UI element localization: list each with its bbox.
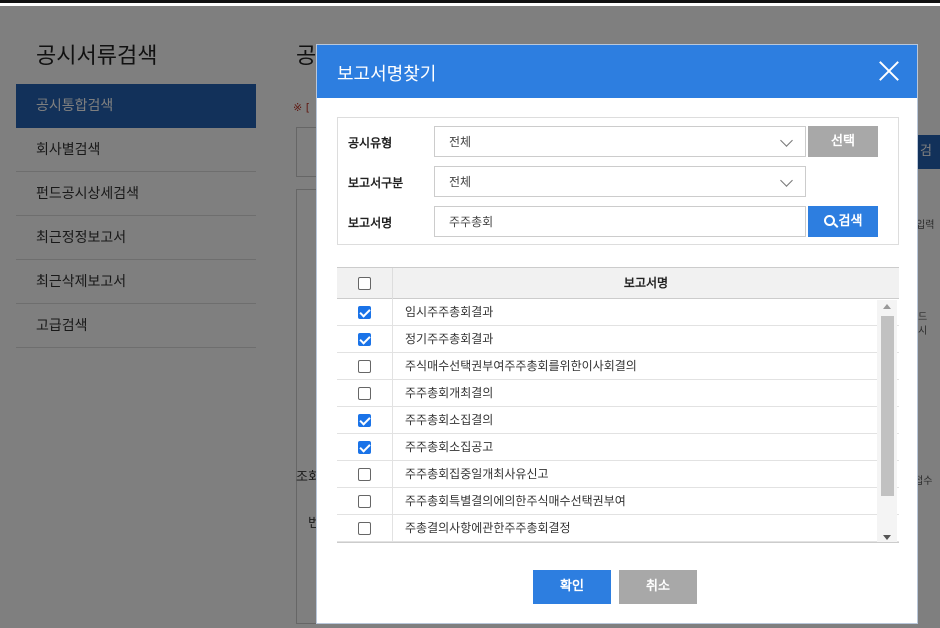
row-checkbox[interactable]	[358, 522, 371, 535]
report-name-cell: 주주총회특별결의에의한주식매수선택권부여	[405, 494, 626, 508]
row-checkbox[interactable]	[358, 360, 371, 373]
chevron-down-icon	[780, 134, 793, 147]
select-all-checkbox[interactable]	[358, 277, 371, 290]
search-button-label: 검색	[838, 214, 863, 229]
table-row[interactable]: 임시주주총회결과	[337, 299, 899, 326]
row-check-cell	[337, 326, 393, 353]
row-check-cell	[337, 434, 393, 461]
row-checkbox[interactable]	[358, 414, 371, 427]
category-label: 보고서구분	[348, 176, 404, 190]
table-row[interactable]: 주총결의사항에관한주주총회결정	[337, 515, 899, 542]
row-check-cell	[337, 353, 393, 380]
category-select-value: 전체	[449, 175, 472, 189]
form-row-category: 보고서구분 전체	[338, 166, 898, 198]
scroll-down-icon[interactable]	[883, 535, 891, 540]
row-checkbox[interactable]	[358, 441, 371, 454]
report-name-finder-dialog: 보고서명찾기 공시유형 전체 선택 보고서구분 전체 보고서명 주주총회 검색	[316, 44, 918, 624]
search-button[interactable]: 검색	[808, 206, 878, 237]
row-check-cell	[337, 380, 393, 407]
table-header: 보고서명	[337, 268, 899, 299]
table-body: 임시주주총회결과정기주주총회결과주식매수선택권부여주주총회를위한이사회결의주주총…	[337, 299, 899, 542]
report-name-cell: 주주총회개최결의	[405, 386, 494, 400]
table-scrollbar[interactable]	[877, 300, 897, 542]
type-label: 공시유형	[348, 136, 393, 150]
report-name-table: 보고서명 임시주주총회결과정기주주총회결과주식매수선택권부여주주총회를위한이사회…	[337, 267, 899, 543]
report-name-cell: 임시주주총회결과	[405, 305, 494, 319]
row-check-cell	[337, 299, 393, 326]
row-check-cell	[337, 488, 393, 515]
chevron-down-icon	[780, 174, 793, 187]
row-checkbox[interactable]	[358, 468, 371, 481]
report-name-cell: 주총결의사항에관한주주총회결정	[405, 521, 571, 535]
table-row[interactable]: 주주총회집중일개최사유신고	[337, 461, 899, 488]
table-row[interactable]: 주주총회개최결의	[337, 380, 899, 407]
table-row[interactable]: 주주총회소집결의	[337, 407, 899, 434]
row-checkbox[interactable]	[358, 333, 371, 346]
select-button[interactable]: 선택	[808, 126, 878, 157]
dialog-title: 보고서명찾기	[337, 64, 437, 85]
form-row-type: 공시유형 전체 선택	[338, 126, 898, 158]
report-name-cell: 주주총회소집공고	[405, 440, 494, 454]
dialog-header: 보고서명찾기	[317, 45, 917, 98]
row-checkbox[interactable]	[358, 387, 371, 400]
scroll-thumb[interactable]	[881, 316, 894, 496]
form-row-name: 보고서명 주주총회 검색	[338, 206, 898, 238]
report-name-cell: 주주총회소집결의	[405, 413, 494, 427]
category-select[interactable]: 전체	[434, 166, 806, 197]
report-name-input[interactable]: 주주총회	[434, 206, 806, 237]
table-row[interactable]: 주식매수선택권부여주주총회를위한이사회결의	[337, 353, 899, 380]
search-icon	[823, 215, 835, 226]
type-select-value: 전체	[449, 135, 472, 149]
report-name-input-value: 주주총회	[449, 215, 494, 229]
search-form: 공시유형 전체 선택 보고서구분 전체 보고서명 주주총회 검색	[337, 117, 899, 245]
report-name-cell: 주주총회집중일개최사유신고	[405, 467, 549, 481]
column-header-report-name: 보고서명	[623, 276, 669, 290]
name-label: 보고서명	[348, 216, 393, 230]
report-name-cell: 주식매수선택권부여주주총회를위한이사회결의	[405, 359, 637, 373]
header-check-cell	[337, 268, 393, 299]
row-check-cell	[337, 515, 393, 542]
row-checkbox[interactable]	[358, 495, 371, 508]
row-check-cell	[337, 407, 393, 434]
confirm-button[interactable]: 확인	[533, 570, 611, 604]
report-name-cell: 정기주주총회결과	[405, 332, 494, 346]
table-row[interactable]: 정기주주총회결과	[337, 326, 899, 353]
row-check-cell	[337, 461, 393, 488]
table-row[interactable]: 주주총회소집공고	[337, 434, 899, 461]
row-checkbox[interactable]	[358, 306, 371, 319]
type-select[interactable]: 전체	[434, 126, 806, 157]
scroll-up-icon[interactable]	[883, 304, 891, 309]
table-row[interactable]: 주주총회특별결의에의한주식매수선택권부여	[337, 488, 899, 515]
cancel-button[interactable]: 취소	[619, 570, 697, 604]
close-icon[interactable]	[875, 57, 903, 85]
